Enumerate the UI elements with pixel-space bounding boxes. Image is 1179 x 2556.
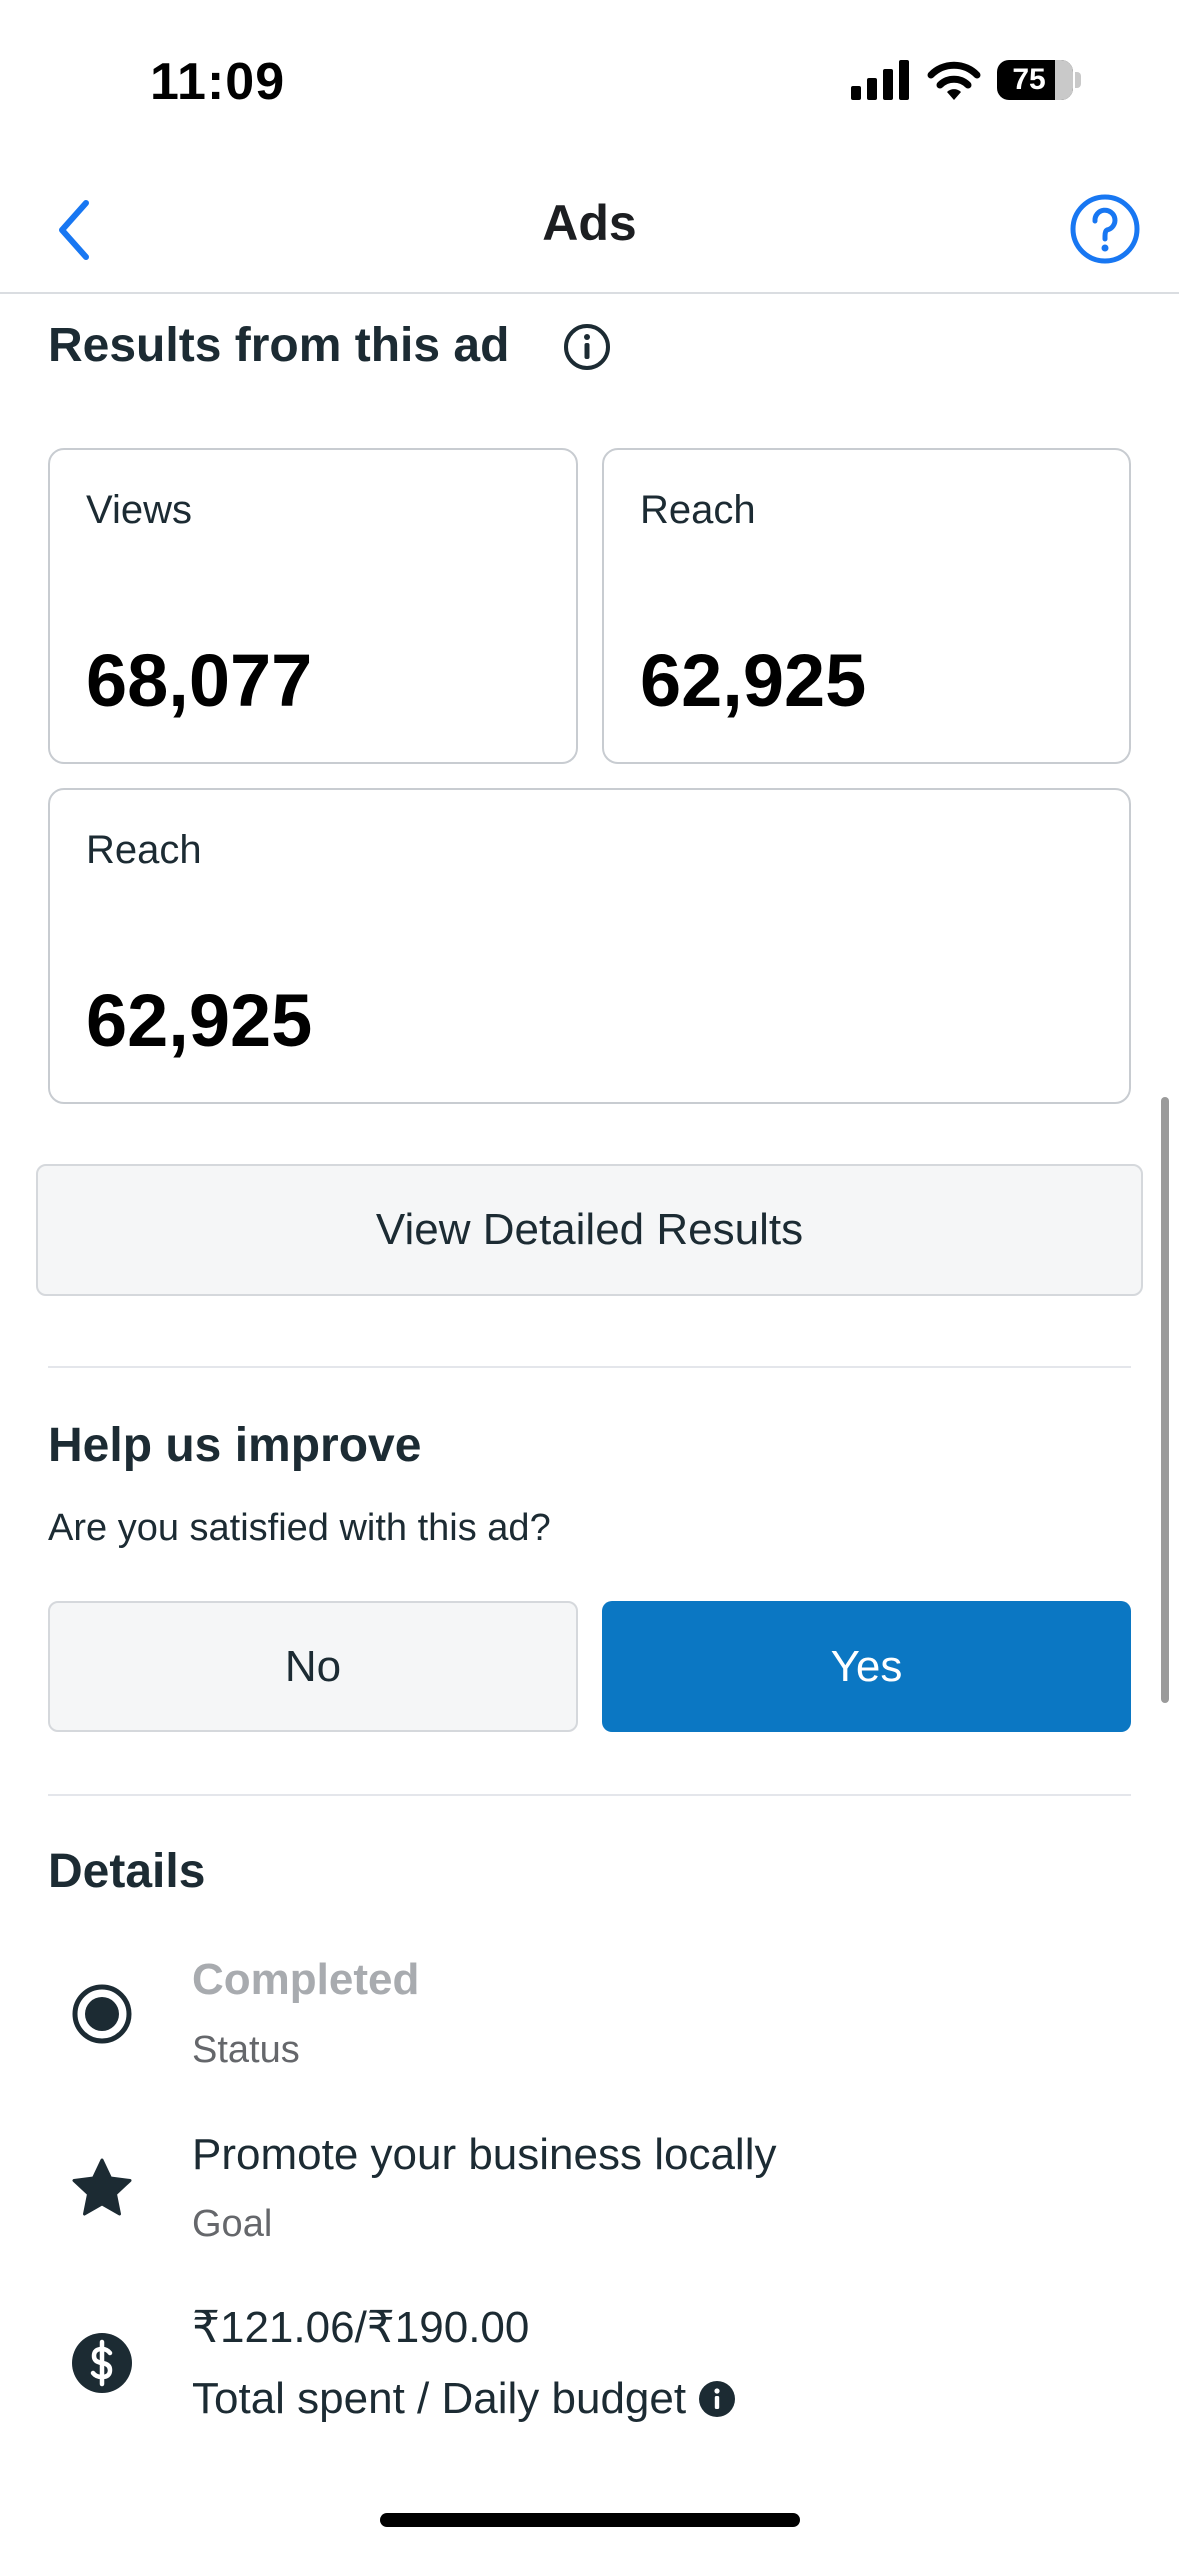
metric-label: Views (86, 488, 192, 532)
yes-button[interactable]: Yes (602, 1601, 1131, 1732)
battery-icon: 75 (997, 60, 1081, 100)
goal-value: Promote your business locally (192, 2130, 777, 2179)
home-indicator[interactable] (380, 2513, 800, 2527)
goal-label: Goal (192, 2203, 273, 2245)
view-detailed-results-button[interactable]: View Detailed Results (36, 1164, 1143, 1296)
status-label: Status (192, 2029, 300, 2071)
metric-label: Reach (640, 488, 756, 532)
page-title: Ads (542, 195, 637, 251)
feedback-question: Are you satisfied with this ad? (48, 1507, 551, 1549)
budget-value: ₹121.06/₹190.00 (192, 2303, 530, 2352)
radio-selected-icon (72, 1984, 132, 2044)
status-time: 11:09 (150, 53, 286, 111)
metric-card-reach[interactable]: Reach 62,925 (602, 448, 1131, 764)
metric-card-views[interactable]: Views 68,077 (48, 448, 578, 764)
battery-level: 75 (1012, 63, 1046, 96)
no-button[interactable]: No (48, 1601, 578, 1732)
feedback-heading: Help us improve (48, 1419, 422, 1472)
budget-label-row: Total spent / Daily budget (192, 2374, 736, 2424)
metric-card-reach-wide[interactable]: Reach 62,925 (48, 788, 1131, 1104)
results-heading: Results from this ad (48, 319, 510, 372)
details-heading: Details (48, 1845, 206, 1898)
dollar-icon (72, 2333, 132, 2393)
wifi-icon (927, 61, 981, 100)
budget-label: Total spent / Daily budget (192, 2374, 687, 2423)
metric-label: Reach (86, 828, 202, 872)
scrollbar[interactable] (1161, 1097, 1169, 1703)
nav-divider (0, 292, 1179, 294)
status-icons: 75 (851, 60, 1081, 100)
status-value: Completed (192, 1955, 420, 2004)
info-filled-icon[interactable] (698, 2380, 736, 2418)
metric-value: 62,925 (640, 639, 867, 722)
signal-icon (851, 60, 909, 100)
section-divider (48, 1794, 1131, 1796)
help-icon[interactable] (1069, 193, 1141, 265)
star-icon (72, 2158, 132, 2216)
section-divider (48, 1366, 1131, 1368)
metric-value: 68,077 (86, 639, 313, 722)
info-icon[interactable] (562, 322, 612, 372)
metric-value: 62,925 (86, 979, 313, 1062)
